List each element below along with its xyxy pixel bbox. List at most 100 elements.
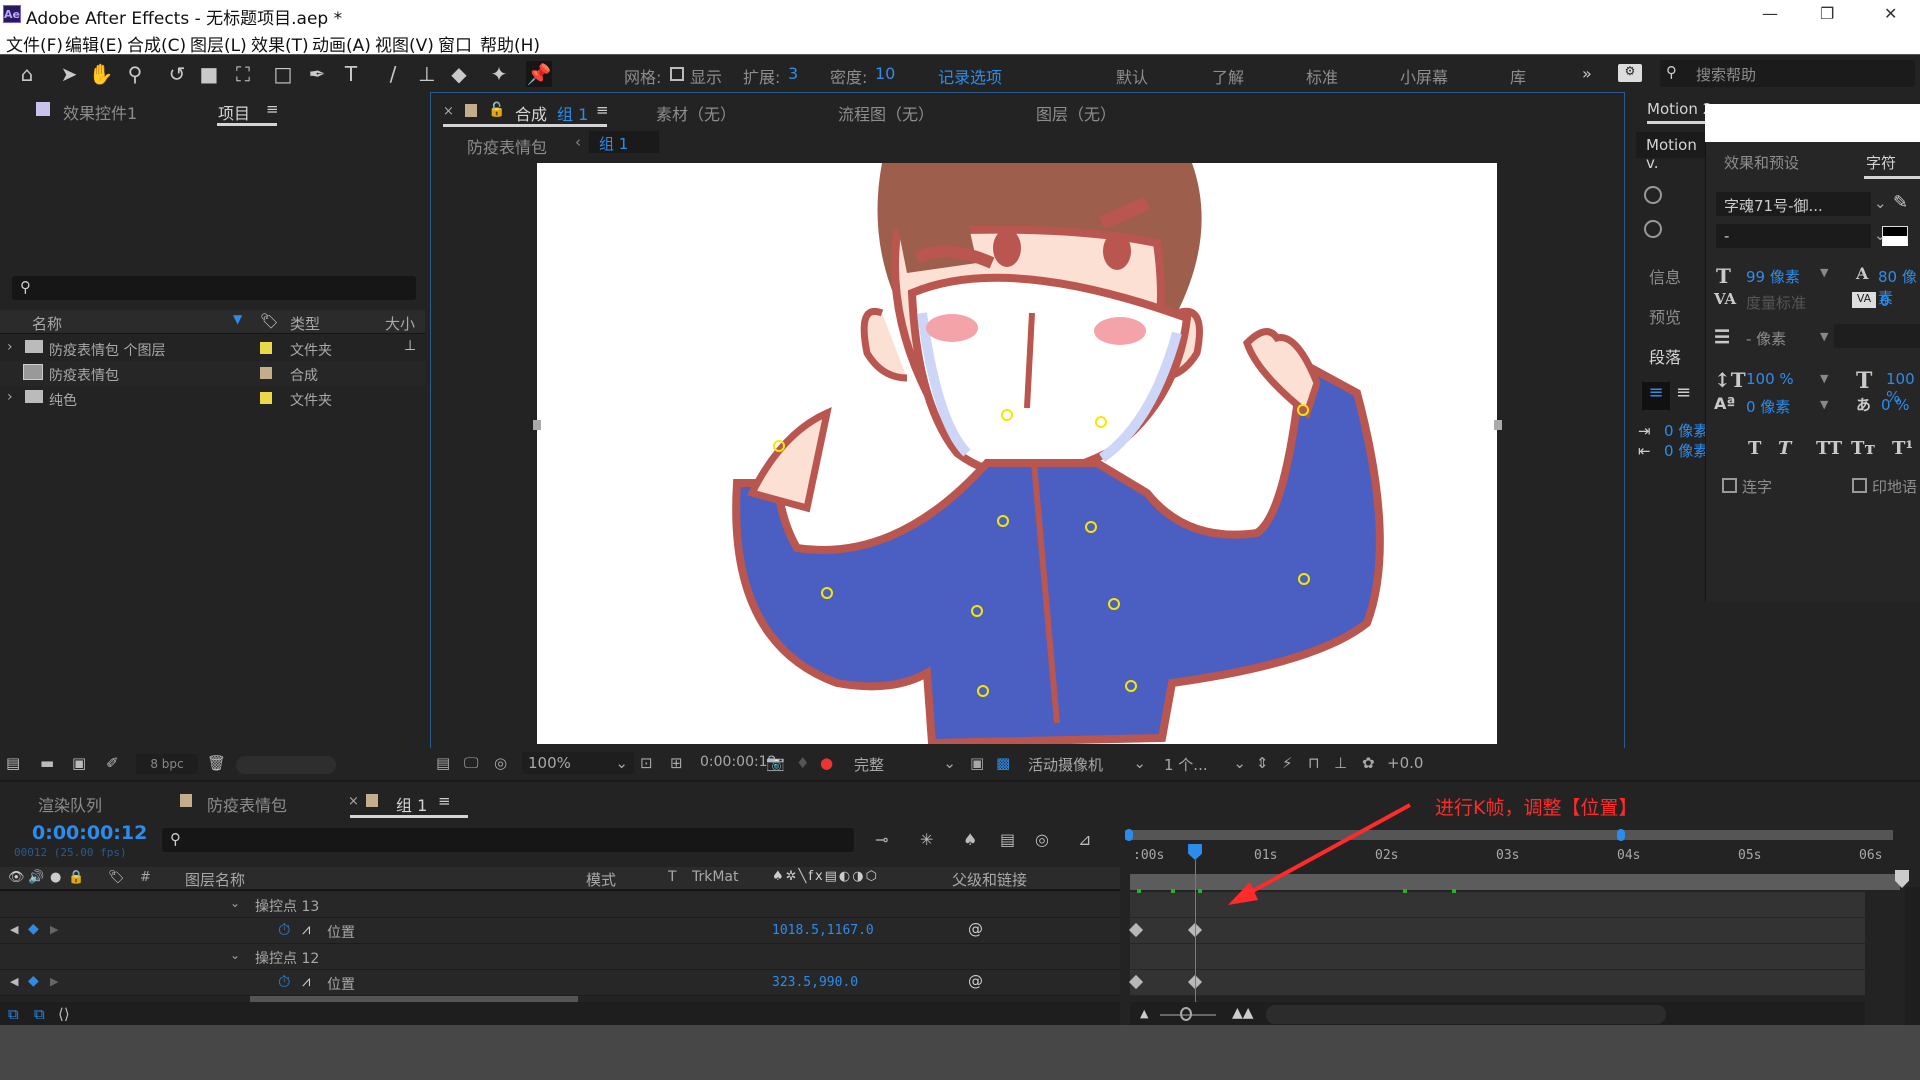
zoom-in-icon[interactable]: ▲▲ (1232, 1005, 1254, 1021)
label-color-swatch[interactable] (260, 367, 272, 379)
workspace-standard[interactable]: 标准 (1306, 64, 1338, 88)
resolution-dropdown[interactable]: 完整 ⌄ (850, 752, 962, 774)
video-toggle-icon[interactable]: 👁 (8, 870, 25, 885)
hand-icon[interactable]: ✋ (88, 61, 114, 87)
project-item[interactable]: 防疫表情包 合成 (0, 361, 425, 386)
pixel-aspect-icon[interactable]: ⇕ (1256, 754, 1269, 772)
adjust-project-icon[interactable]: ✐ (106, 754, 119, 772)
monitor-icon[interactable]: 🖵 (464, 754, 478, 772)
pan-behind-icon[interactable]: ⛶ (230, 61, 256, 87)
pickwhip-icon[interactable]: @ (968, 972, 983, 990)
new-composition-icon[interactable]: ▣ (72, 754, 86, 772)
zoom-icon[interactable]: ⚲ (122, 61, 148, 87)
composition-mini-flowchart-icon[interactable]: ⊸ (875, 830, 888, 849)
chevron-down-icon[interactable]: ▼ (1820, 266, 1828, 279)
chevron-down-icon[interactable]: ▼ (1820, 372, 1828, 385)
work-area-start-handle[interactable] (1125, 829, 1133, 841)
exposure-value[interactable]: +0.0 (1387, 754, 1423, 772)
prev-keyframe-icon[interactable]: ◀ (10, 975, 18, 988)
menu-view[interactable]: 视图(V) (375, 31, 434, 56)
show-checkbox[interactable] (670, 67, 684, 81)
layer-switches-icon[interactable]: ⧉ (8, 1005, 19, 1023)
tsume-value[interactable]: 0 % (1881, 396, 1910, 414)
property-row[interactable]: ◀ ◆ ▶ ⏱ ⩘ 位置 323.5,990.0 @ (0, 970, 1120, 996)
timeline-timecode[interactable]: 0:00:00:12 (32, 822, 147, 844)
zoom-slider-thumb[interactable] (1180, 1007, 1192, 1021)
tab-motion[interactable]: Motion 2 (1647, 100, 1712, 118)
label-tag-icon[interactable]: 🏷 (260, 312, 279, 330)
tab-footage[interactable]: 素材（无） (656, 101, 736, 125)
project-search-input[interactable]: ⚲ (12, 276, 416, 300)
label-tag-icon[interactable]: 🏷 (108, 870, 125, 885)
lock-icon[interactable]: 🔓 (488, 102, 505, 118)
project-item[interactable]: › 纯色 文件夹 (0, 386, 425, 411)
chevron-down-icon[interactable]: ▼ (1820, 330, 1828, 343)
close-tab-icon[interactable]: × (443, 104, 454, 119)
frame-blending-icon[interactable]: ▤ (1000, 830, 1015, 849)
layer-search-input[interactable]: ⚲ (162, 828, 854, 852)
brush-icon[interactable]: / (380, 61, 406, 87)
column-t[interactable]: T (668, 869, 677, 885)
pen-icon[interactable]: ✒ (304, 61, 330, 87)
faux-bold-icon[interactable]: T (1748, 438, 1761, 459)
align-left-icon[interactable]: ≡ (1642, 382, 1670, 410)
work-area-end-handle[interactable] (1617, 829, 1625, 841)
stopwatch-icon[interactable]: ⏱ (278, 920, 290, 940)
position-value[interactable]: 323.5,990.0 (772, 975, 858, 990)
indent-right-value[interactable]: 0 像素 (1664, 440, 1708, 461)
baseline-shift-value[interactable]: 0 像素 (1746, 396, 1790, 417)
position-value[interactable]: 1018.5,1167.0 (772, 923, 874, 938)
density-value[interactable]: 10 (875, 64, 895, 83)
timeline-track[interactable] (1130, 944, 1865, 970)
eyedropper-icon[interactable]: ✎ (1893, 192, 1908, 213)
solo-toggle-icon[interactable]: ● (50, 870, 61, 885)
zoom-out-icon[interactable]: ▲ (1140, 1007, 1148, 1020)
roto-brush-icon[interactable]: ✦ (486, 61, 512, 87)
expand-value[interactable]: 3 (788, 64, 798, 83)
stroke-style-dropdown[interactable] (1834, 324, 1920, 348)
selection-icon[interactable]: ➤ (56, 61, 82, 87)
type-icon[interactable]: T (338, 61, 364, 87)
draft-3d-icon[interactable]: ✳ (920, 830, 933, 849)
clone-stamp-icon[interactable]: ⊥ (414, 61, 440, 87)
timeline-track[interactable] (1130, 918, 1865, 944)
menu-effect[interactable]: 效果(T) (251, 31, 309, 56)
motion-radio[interactable] (1644, 220, 1662, 238)
column-layer-name[interactable]: 图层名称 (185, 869, 245, 890)
menu-help[interactable]: 帮助(H) (480, 31, 540, 56)
camera-icon[interactable]: ■ (196, 61, 222, 87)
next-keyframe-icon[interactable]: ▶ (50, 975, 58, 988)
new-folder-icon[interactable]: ▬ (40, 754, 54, 772)
kerning-value[interactable]: 度量标准 (1746, 292, 1806, 313)
indent-left-value[interactable]: 0 像素 (1664, 420, 1708, 441)
workspace-small-screen[interactable]: 小屏幕 (1400, 64, 1448, 88)
small-caps-icon[interactable]: Tт (1851, 438, 1876, 459)
column-trkmat[interactable]: TrkMat (692, 869, 739, 885)
layer-group-row[interactable]: ⌄ 操控点 13 (0, 892, 1120, 918)
lock-toggle-icon[interactable]: 🔒 (68, 870, 84, 885)
column-size[interactable]: 大小 (385, 313, 415, 334)
zoom-dropdown[interactable]: 100% ⌄ (522, 752, 634, 774)
vertical-scale-value[interactable]: 100 % (1746, 370, 1794, 388)
more-workspaces-button[interactable]: » (1582, 64, 1592, 83)
in-out-icon[interactable]: ⟨⟩ (58, 1005, 70, 1023)
column-mode[interactable]: 模式 (586, 869, 616, 890)
record-options-link[interactable]: 记录选项 (938, 64, 1002, 88)
flowchart-icon[interactable]: ⊥ (1334, 754, 1347, 772)
chevron-down-icon[interactable]: ▼ (1820, 398, 1828, 411)
minimize-button[interactable]: — (1762, 4, 1778, 23)
workspace-learn[interactable]: 了解 (1212, 64, 1244, 88)
sync-settings-icon[interactable]: ⚙ (1618, 64, 1642, 82)
tab-flowchart[interactable]: 流程图（无） (838, 101, 934, 125)
all-caps-icon[interactable]: TT (1816, 438, 1842, 459)
pickwhip-icon[interactable]: @ (968, 920, 983, 938)
sort-arrow-icon[interactable]: ▼ (233, 312, 242, 326)
prev-keyframe-icon[interactable]: ◀ (10, 923, 18, 936)
close-button[interactable]: ✕ (1884, 4, 1897, 23)
tab-effect-controls[interactable]: 效果控件1 (63, 100, 137, 124)
tab-render-queue[interactable]: 渲染队列 (38, 792, 102, 816)
fast-preview-icon[interactable]: ▣ (970, 754, 984, 772)
hindi-digits-checkbox[interactable] (1852, 478, 1867, 493)
align-center-icon[interactable]: ≡ (1676, 382, 1691, 403)
playhead-handle[interactable] (1188, 844, 1203, 860)
